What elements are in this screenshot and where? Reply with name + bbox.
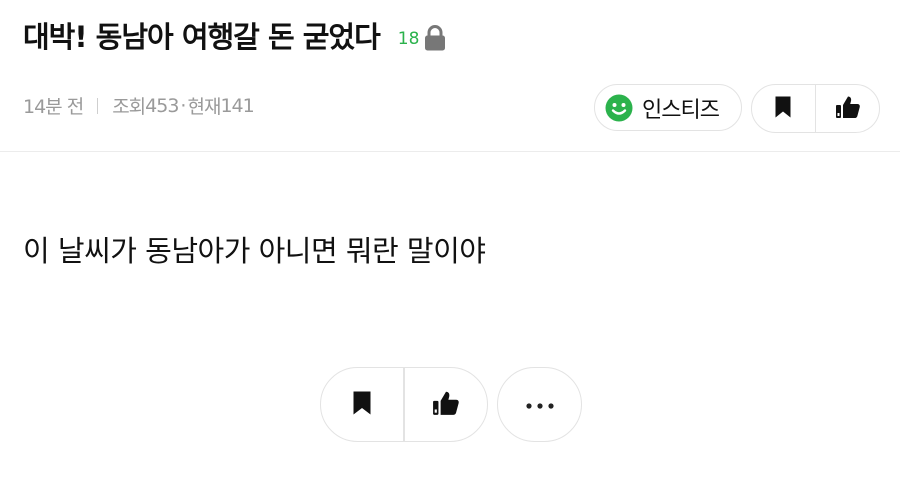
author-button[interactable]: 인스티즈: [594, 84, 742, 131]
author-name: 인스티즈: [642, 97, 720, 123]
thumbs-up-icon: [835, 94, 861, 124]
like-button-top[interactable]: [816, 85, 879, 132]
post-meta: 14분 전 조회 453 · 현재 141: [23, 92, 255, 119]
views-label: 조회: [112, 96, 146, 118]
views-count: 453: [145, 94, 179, 117]
bottom-action-group: [320, 367, 488, 442]
meta-separator: [97, 97, 99, 114]
like-button-bottom[interactable]: [405, 368, 487, 441]
bookmark-button-bottom[interactable]: [321, 368, 403, 441]
thumbs-up-icon: [432, 389, 460, 421]
header-divider: [0, 151, 900, 152]
lock-icon: [424, 25, 446, 51]
bookmark-icon: [774, 95, 792, 123]
bookmark-button-top[interactable]: [752, 85, 815, 132]
post-page: 대박! 동남아 여행갈 돈 굳었다 18 14분 전 조회 453 · 현재 1…: [0, 0, 900, 493]
post-time: 14분 전: [23, 96, 84, 118]
post-title: 대박! 동남아 여행갈 돈 굳었다: [23, 20, 381, 54]
more-button[interactable]: [497, 367, 582, 442]
smile-icon: [605, 94, 633, 122]
title-row: 대박! 동남아 여행갈 돈 굳었다 18: [23, 14, 446, 56]
current-label: 현재: [187, 96, 221, 118]
current-count: 141: [220, 94, 254, 117]
post-body: 이 날씨가 동남아가 아니면 뭐란 말이야: [23, 234, 486, 268]
more-horizontal-icon: [525, 395, 555, 414]
meta-dot: ·: [180, 94, 186, 117]
comment-count[interactable]: 18: [398, 29, 420, 49]
top-action-group: [751, 84, 880, 133]
bookmark-icon: [352, 390, 372, 420]
